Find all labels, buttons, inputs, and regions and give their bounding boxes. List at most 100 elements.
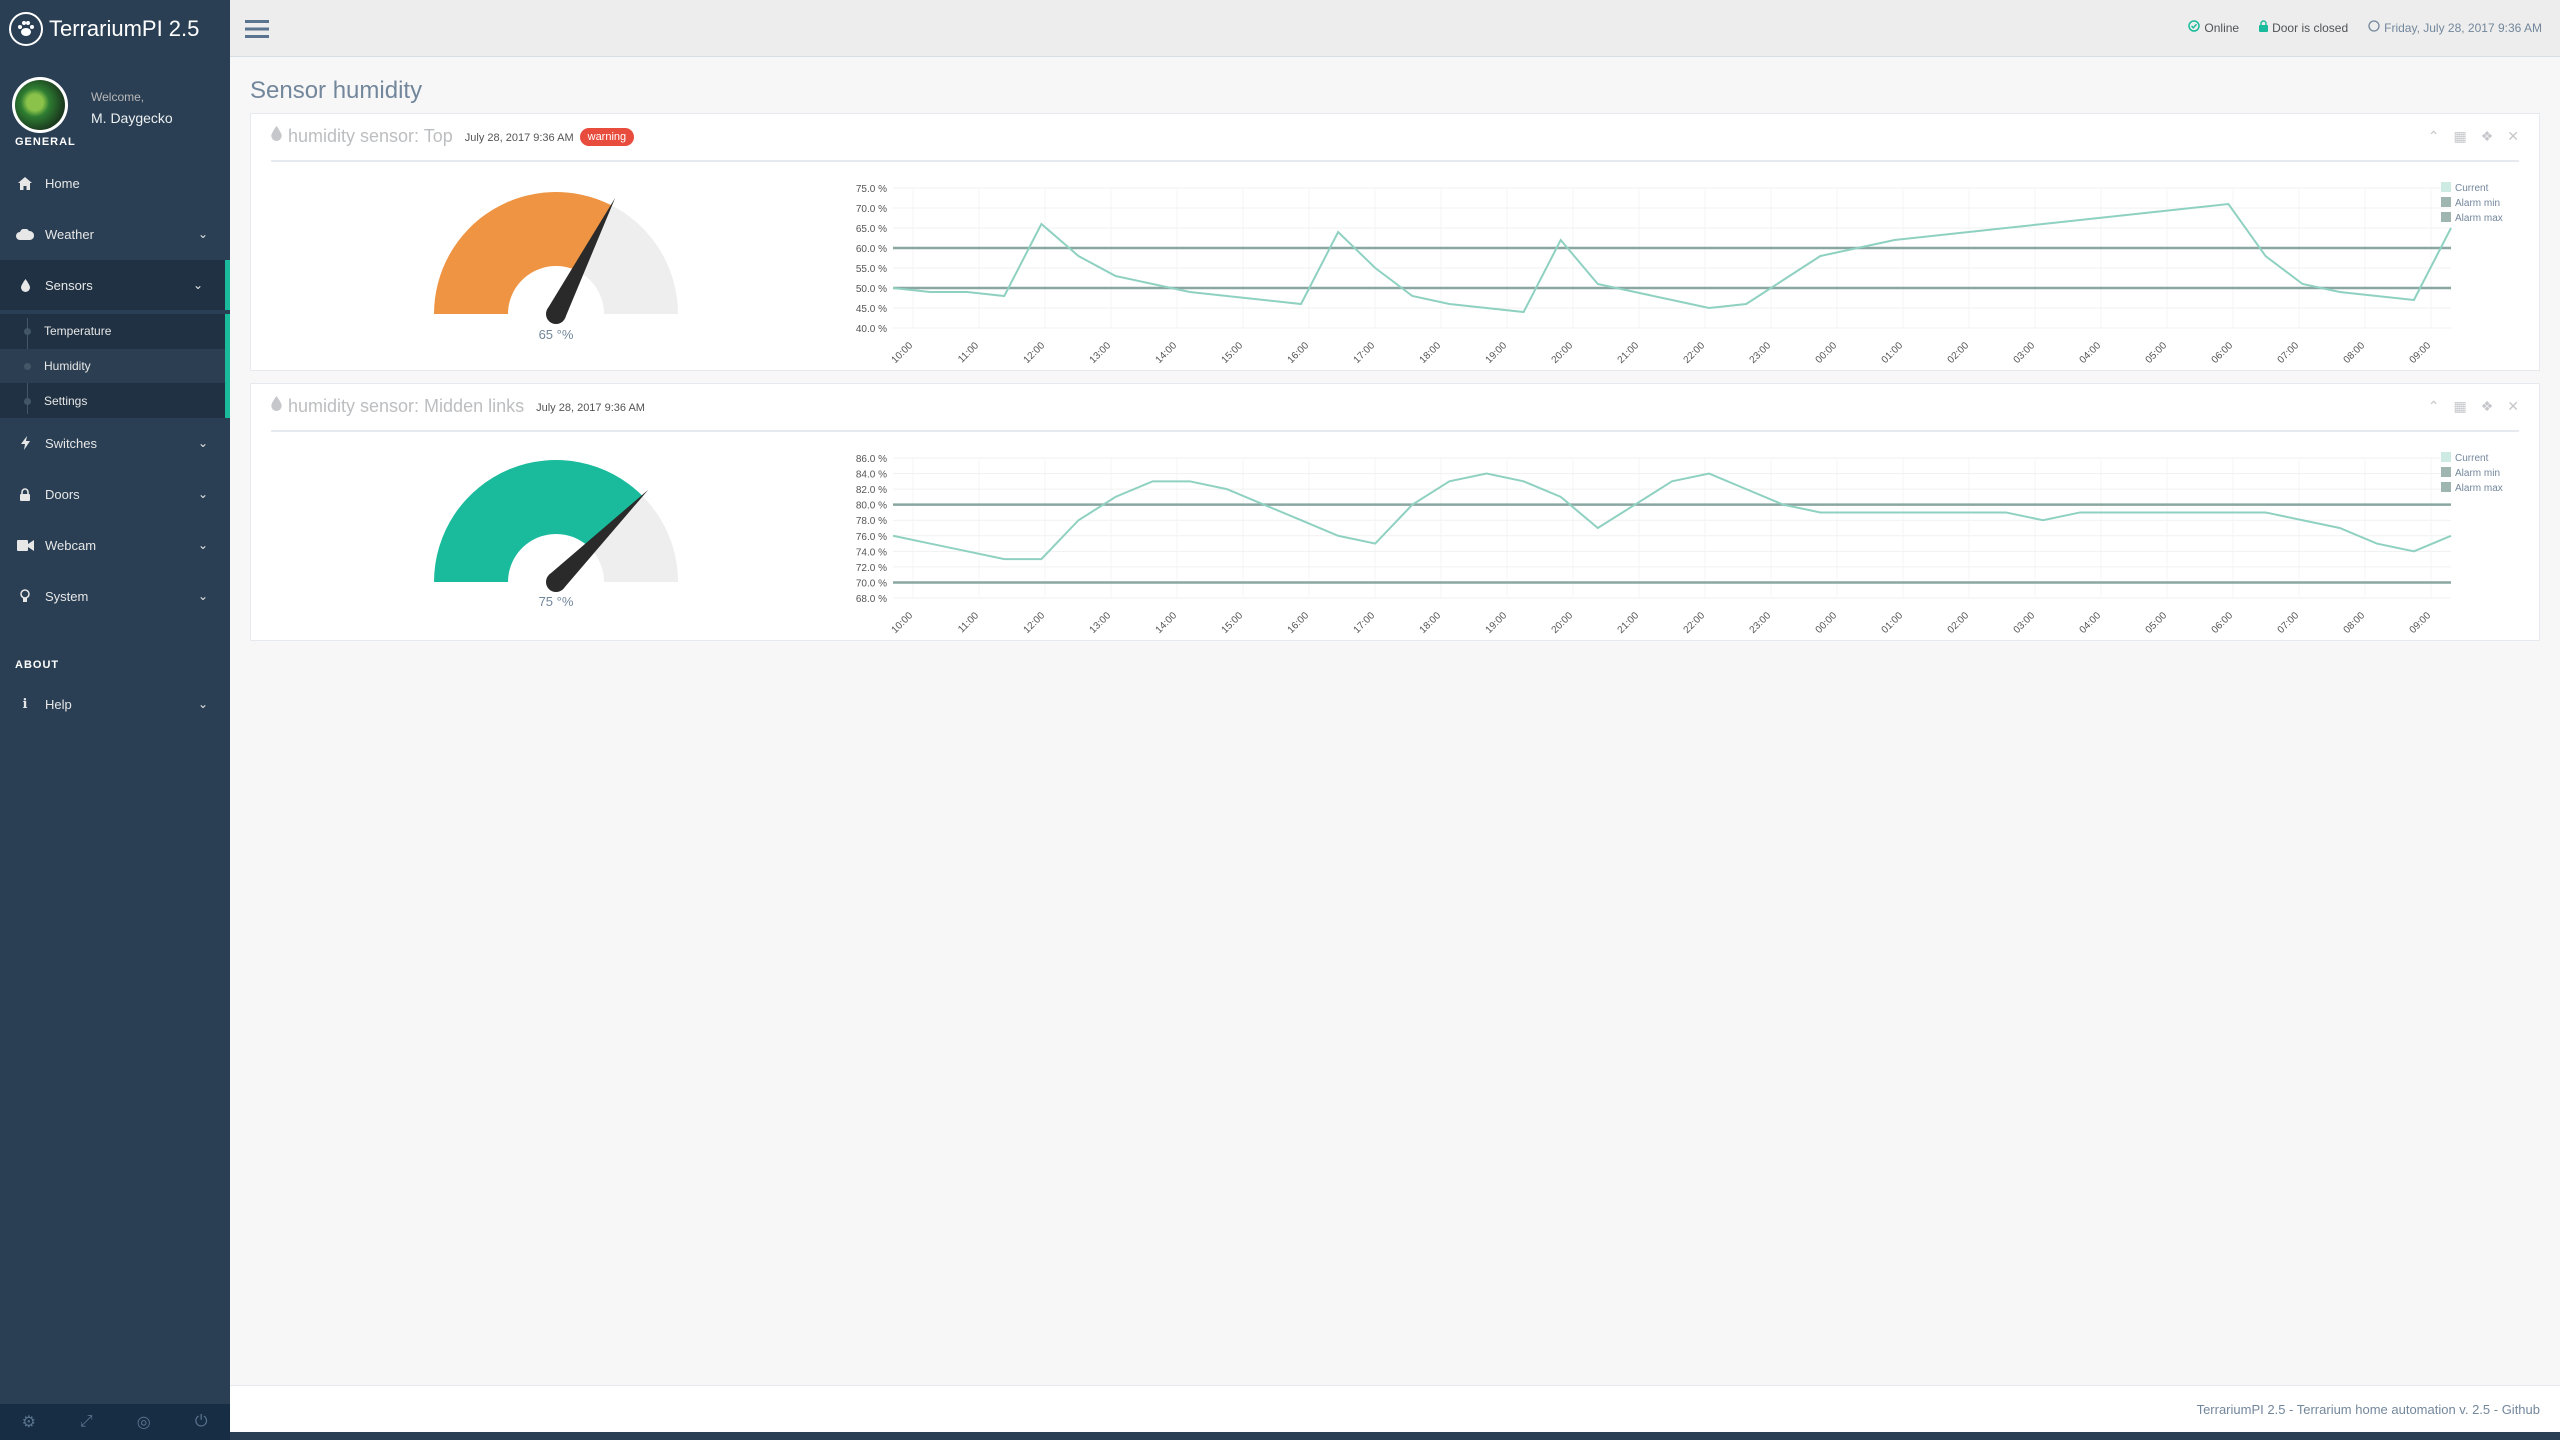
x-tick-label: 20:00: [1550, 610, 1576, 636]
fullscreen-icon[interactable]: ⤢: [58, 1404, 116, 1440]
gauge-value: 75 °%: [538, 594, 574, 609]
legend-label: Alarm min: [2455, 198, 2500, 209]
x-tick-label: 06:00: [2210, 340, 2236, 366]
profile: Welcome, M. Daygecko: [0, 75, 230, 145]
calendar-icon[interactable]: ▦: [2453, 128, 2466, 145]
warning-badge: warning: [579, 128, 635, 146]
x-tick-label: 21:00: [1616, 610, 1642, 636]
submenu-dot: [24, 362, 31, 370]
paw-icon: [9, 11, 43, 46]
legend-label: Current: [2455, 183, 2489, 194]
close-icon[interactable]: ✕: [2507, 398, 2519, 415]
x-tick-label: 23:00: [1748, 610, 1774, 636]
sidebar-item-system[interactable]: System ⌄: [0, 571, 230, 621]
chevron-down-icon: ⌄: [197, 487, 208, 501]
panel-tools: ⌃ ▦ ❖ ✕: [2428, 398, 2519, 415]
sidebar-item-doors[interactable]: Doors ⌄: [0, 469, 230, 519]
online-status: Online: [2188, 20, 2239, 35]
legend-swatch: [2441, 212, 2451, 222]
x-tick-label: 05:00: [2144, 610, 2170, 636]
x-tick-label: 00:00: [1814, 340, 1840, 366]
username: M. Daygecko: [91, 110, 173, 126]
power-icon[interactable]: ⏻: [173, 1404, 231, 1440]
legend-label: Alarm max: [2455, 213, 2503, 224]
x-tick-label: 14:00: [1154, 340, 1180, 366]
legend-label: Current: [2455, 453, 2489, 464]
y-tick-label: 80.0 %: [856, 501, 887, 512]
panel-title: humidity sensor: Top: [288, 126, 453, 146]
wrench-icon[interactable]: ❖: [2481, 128, 2494, 145]
legend-label: Alarm max: [2455, 483, 2503, 494]
footer-text[interactable]: TerrariumPI 2.5 - Terrarium home automat…: [2197, 1402, 2540, 1417]
y-tick-label: 45.0 %: [856, 304, 887, 315]
lock-icon: [2259, 20, 2269, 35]
sensor-panel-top: humidity sensor: Top July 28, 2017 9:36 …: [250, 113, 2540, 371]
legend-swatch: [2441, 197, 2451, 207]
bottom-bar: [230, 1432, 2560, 1440]
x-tick-label: 08:00: [2342, 610, 2368, 636]
chevron-up-icon[interactable]: ⌃: [2428, 128, 2440, 145]
avatar[interactable]: [12, 77, 68, 133]
chevron-down-icon: ⌄: [197, 589, 208, 603]
x-tick-label: 16:00: [1286, 610, 1312, 636]
x-tick-label: 12:00: [1022, 340, 1048, 366]
gear-icon[interactable]: ⚙: [0, 1404, 58, 1440]
chevron-down-icon: ⌄: [197, 538, 208, 552]
submenu-label: Temperature: [44, 324, 112, 338]
panel-date: July 28, 2017 9:36 AM: [464, 132, 574, 144]
sidebar-item-webcam[interactable]: Webcam ⌄: [0, 520, 230, 570]
eye-slash-icon[interactable]: ◎: [115, 1404, 173, 1440]
x-tick-label: 10:00: [890, 610, 916, 636]
submenu-item-settings[interactable]: Settings: [0, 384, 225, 418]
chevron-up-icon[interactable]: ⌃: [2428, 398, 2440, 415]
line-chart: 86.0 % 84.0 % 82.0 % 80.0 % 78.0 % 76.0 % 74.0…: [856, 452, 2503, 636]
y-tick-label: 40.0 %: [856, 324, 887, 335]
x-tick-label: 17:00: [1352, 340, 1378, 366]
menu-toggle-icon[interactable]: [245, 14, 269, 46]
door-status: Door is closed: [2259, 20, 2348, 35]
x-tick-label: 22:00: [1682, 610, 1708, 636]
panel-date: July 28, 2017 9:36 AM: [536, 402, 645, 414]
submenu-label: Humidity: [44, 359, 91, 373]
legend-swatch: [2441, 452, 2451, 462]
sidebar-item-home[interactable]: Home: [0, 158, 230, 208]
sidebar-item-weather[interactable]: Weather ⌄: [0, 209, 230, 259]
x-tick-label: 12:00: [1022, 610, 1048, 636]
legend-label: Alarm min: [2455, 468, 2500, 479]
x-tick-label: 20:00: [1550, 340, 1576, 366]
wrench-icon[interactable]: ❖: [2481, 398, 2494, 415]
chart-layer: 86.0 % 84.0 % 82.0 % 80.0 % 78.0 % 76.0 % 74.0…: [856, 452, 2503, 636]
x-tick-label: 21:00: [1616, 340, 1642, 366]
sidebar-item-help[interactable]: i Help ⌄: [0, 679, 230, 729]
submenu-item-humidity[interactable]: Humidity: [0, 349, 225, 383]
x-tick-label: 02:00: [1946, 610, 1972, 636]
close-icon[interactable]: ✕: [2507, 128, 2519, 145]
y-tick-label: 75.0 %: [856, 184, 887, 195]
page-title: Sensor humidity: [250, 77, 423, 104]
x-tick-label: 17:00: [1352, 610, 1378, 636]
sidebar-item-sensors[interactable]: Sensors ⌄: [0, 260, 230, 310]
x-tick-label: 01:00: [1880, 610, 1906, 636]
brand[interactable]: TerrariumPI 2.5: [0, 0, 230, 57]
chevron-down-icon: ⌄: [197, 227, 208, 241]
y-tick-label: 78.0 %: [856, 516, 887, 527]
x-tick-label: 13:00: [1088, 340, 1114, 366]
submenu-item-temperature[interactable]: Temperature: [0, 314, 225, 348]
y-tick-label: 65.0 %: [856, 224, 887, 235]
y-tick-label: 82.0 %: [856, 485, 887, 496]
x-tick-label: 06:00: [2210, 610, 2236, 636]
y-tick-label: 76.0 %: [856, 532, 887, 543]
y-tick-label: 70.0 %: [856, 578, 887, 589]
sidebar: TerrariumPI 2.5 Welcome, M. Daygecko GEN…: [0, 0, 230, 1440]
lock-icon: [15, 487, 35, 501]
calendar-icon[interactable]: ▦: [2453, 398, 2466, 415]
sidebar-item-switches[interactable]: Switches ⌄: [0, 418, 230, 468]
x-tick-label: 09:00: [2408, 610, 2434, 636]
panel-header: humidity sensor: Midden links July 28, 2…: [271, 396, 2519, 432]
x-tick-label: 19:00: [1484, 610, 1510, 636]
tint-icon: [271, 126, 282, 146]
gauge-graphic: [434, 192, 678, 324]
sidebar-item-label: Webcam: [45, 537, 97, 553]
sidebar-item-label: Sensors: [45, 277, 93, 293]
submenu-dot: [24, 327, 31, 335]
